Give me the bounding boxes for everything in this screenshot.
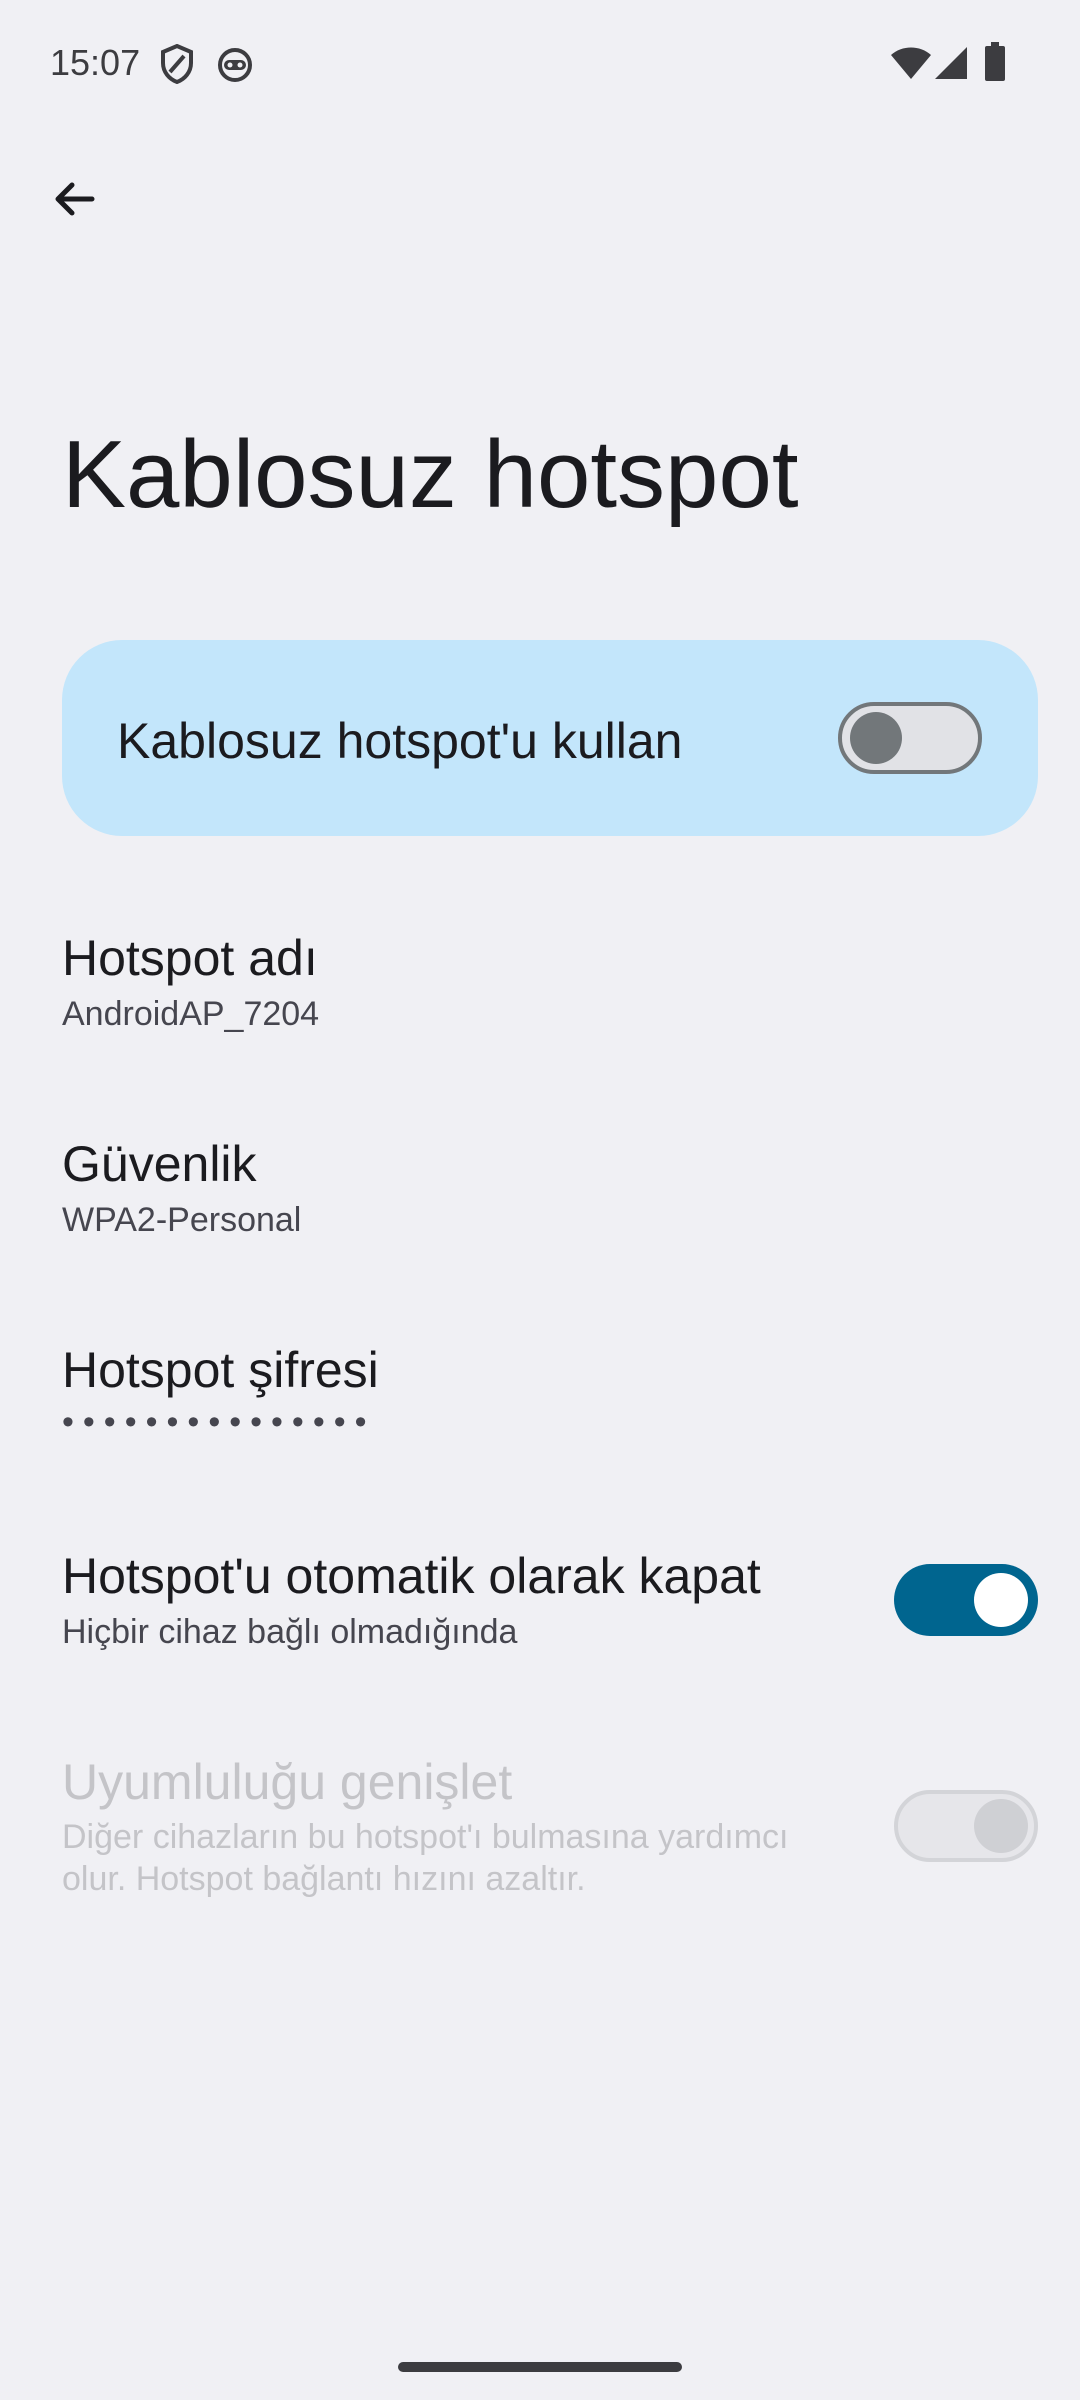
security-title: Güvenlik (62, 1136, 257, 1192)
hotspot-password-masked: ••••••••••••••• (62, 1403, 376, 1441)
security-value: WPA2-Personal (62, 1201, 302, 1239)
main-hotspot-toggle-card[interactable]: Kablosuz hotspot'u kullan (62, 640, 1038, 836)
extend-compatibility-switch (894, 1790, 1038, 1862)
wifi-icon (890, 46, 932, 85)
auto-off-title: Hotspot'u otomatik olarak kapat (62, 1548, 761, 1604)
extend-compatibility-summary: Diğer cihazların bu hotspot'ı bulmasına … (62, 1818, 789, 1898)
status-bar: 15:07 (0, 0, 1080, 130)
hotspot-name-item[interactable]: Hotspot adı AndroidAP_7204 (62, 928, 1038, 1036)
main-toggle-label: Kablosuz hotspot'u kullan (117, 713, 683, 769)
cellular-signal-icon (934, 46, 968, 85)
switch-thumb (850, 712, 902, 764)
hotspot-name-value: AndroidAP_7204 (62, 995, 320, 1033)
screen: 15:07 Kablosuz hotspot Kablosuz hotspot'… (0, 0, 1080, 2400)
hotspot-password-item[interactable]: Hotspot şifresi ••••••••••••••• (62, 1340, 1038, 1444)
hotspot-name-title: Hotspot adı (62, 930, 318, 986)
switch-thumb (974, 1573, 1028, 1627)
back-button[interactable] (38, 165, 110, 237)
shield-icon (160, 43, 194, 89)
main-hotspot-switch[interactable] (838, 702, 982, 774)
switch-thumb (974, 1799, 1028, 1853)
auto-off-item[interactable]: Hotspot'u otomatik olarak kapat Hiçbir c… (62, 1546, 1038, 1654)
hotspot-password-title: Hotspot şifresi (62, 1342, 379, 1398)
extend-compatibility-item: Uyumluluğu genişlet Diğer cihazların bu … (62, 1752, 1038, 1900)
gesture-nav-handle[interactable] (398, 2362, 682, 2372)
security-item[interactable]: Güvenlik WPA2-Personal (62, 1134, 1038, 1242)
status-time: 15:07 (50, 42, 141, 83)
auto-off-summary: Hiçbir cihaz bağlı olmadığında (62, 1613, 518, 1651)
extend-compatibility-title: Uyumluluğu genişlet (62, 1754, 513, 1810)
page-title: Kablosuz hotspot (62, 421, 799, 528)
auto-off-switch[interactable] (894, 1564, 1038, 1636)
battery-icon (984, 42, 1006, 87)
android-face-icon (216, 44, 254, 89)
arrow-back-icon (50, 175, 98, 228)
